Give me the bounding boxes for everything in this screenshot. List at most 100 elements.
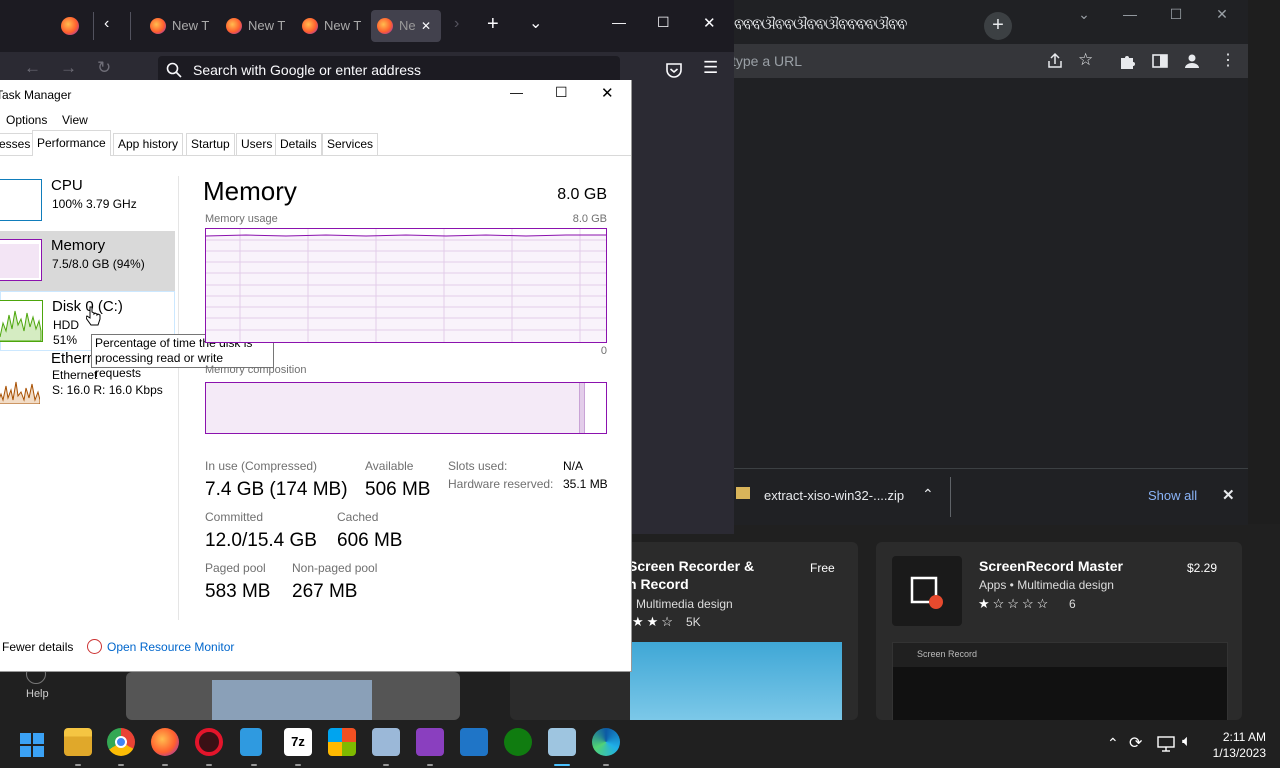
download-item[interactable]: extract-xiso-win32-....zip [764,488,904,503]
tab-services[interactable]: Services [322,133,379,155]
close-button[interactable]: ✕ [703,14,716,32]
clock-time[interactable]: 2:11 AM [1214,730,1266,744]
memory-usage-graph [205,228,607,343]
task-manager-window: Task Manager — ☐ ✕ Options View esses Pe… [0,80,632,672]
store-thumbnail-left[interactable] [126,672,460,720]
share-icon[interactable] [1046,52,1064,70]
sidebar-item-cpu[interactable]: CPU 100% 3.79 GHz [0,171,175,231]
firefox-logo-icon[interactable] [61,17,79,35]
running-indicator [383,764,389,766]
tab-details[interactable]: Details [275,133,322,155]
forward-icon[interactable]: → [60,58,77,78]
chrome-tabstrip: ଵଵଵଔଵଵଔଵଵଔଵଵଵଵଔଵଵ + ⌄ — ☐ ✕ [732,0,1248,44]
resource-monitor-icon [87,639,102,654]
pocket-icon[interactable] [665,61,683,79]
menu-options[interactable]: Options [6,113,47,127]
scroll-tabs-right-icon[interactable]: › [454,15,459,33]
price-badge: $2.29 [1187,561,1218,575]
bookmark-star-icon[interactable]: ☆ [1078,50,1093,70]
sync-icon[interactable]: ⟳ [1129,733,1142,753]
browser-tab[interactable]: New T [220,10,286,42]
volume-icon[interactable]: 🔈︎ [1182,733,1192,751]
extensions-icon[interactable] [1118,52,1136,70]
chrome-maximize-button[interactable]: ☐ [1166,6,1186,23]
chrome-icon[interactable] [107,728,135,756]
tab-strip: esses Performance App history Startup Us… [0,130,631,156]
modified-segment [580,383,585,433]
clock-date[interactable]: 1/13/2023 [1204,746,1266,760]
committed-value: 12.0/15.4 GB [205,530,317,551]
memory-thumbnail-graph [0,239,42,281]
tab-performance[interactable]: Performance [32,130,111,156]
maximize-button[interactable]: ☐ [555,84,568,101]
close-icon[interactable]: ✕ [1222,486,1235,504]
edge-icon[interactable] [592,728,620,756]
firefox-icon[interactable] [151,728,179,756]
hamburger-menu-icon[interactable]: ☰ [703,58,718,78]
app-card-screenrecord-master[interactable]: ScreenRecord Master Apps • Multimedia de… [876,542,1242,722]
browser-tab[interactable]: New T [144,10,210,42]
windows-start-icon[interactable] [20,733,44,757]
minimize-button[interactable]: — [510,85,523,100]
chrome-page-content [732,78,1248,468]
chrome-new-tab-button[interactable]: + [984,12,1012,40]
non-paged-pool-value: 267 MB [292,581,358,602]
tab-processes[interactable]: esses [0,133,36,155]
7zip-icon[interactable]: 7z [284,728,312,756]
video-editor-icon[interactable] [416,728,444,756]
close-tab-icon[interactable]: ✕ [421,10,431,42]
minimize-button[interactable]: — [612,14,626,30]
tab-users[interactable]: Users [236,133,278,155]
opera-icon[interactable] [195,728,223,756]
chrome-close-button[interactable]: ✕ [1212,6,1232,23]
sidebar-item-label: Memory [51,237,106,254]
running-indicator [206,764,212,766]
sidebar-divider [178,176,179,620]
open-resource-monitor-link[interactable]: Open Resource Monitor [107,640,234,654]
back-icon[interactable]: ← [24,58,41,78]
price-badge: Free [810,561,835,575]
chrome-omnibox[interactable]: type a URL [732,46,1032,76]
browser-tab-active[interactable]: Ne ✕ [371,10,441,42]
tab-divider [130,12,131,40]
in-use-label: In use (Compressed) [205,459,318,473]
fewer-details-button[interactable]: Fewer details [2,640,73,654]
list-all-tabs-icon[interactable]: ⌄ [529,13,542,33]
control-panel-icon[interactable] [372,728,400,756]
show-all-link[interactable]: Show all [1148,488,1197,503]
chrome-tab-search-icon[interactable]: ⌄ [1074,6,1094,23]
maximize-button[interactable]: ☐ [657,14,670,31]
profile-icon[interactable] [1183,52,1201,70]
performance-sidebar: CPU 100% 3.79 GHz Memory 7.5/8.0 GB (94%… [0,156,178,620]
chrome-menu-icon[interactable]: ⋮ [1220,50,1236,70]
available-value: 506 MB [365,479,431,500]
show-hidden-icons-icon[interactable]: ⌃ [1107,735,1119,752]
sidebar-item-memory[interactable]: Memory 7.5/8.0 GB (94%) [0,231,175,291]
reload-icon[interactable]: ↻ [97,58,111,78]
cached-value: 606 MB [337,530,403,551]
chrome-minimize-button[interactable]: — [1120,6,1140,22]
preview-title: Screen Record [917,649,978,659]
task-manager-icon[interactable] [548,728,576,756]
memory-usage-max: 8.0 GB [572,213,607,225]
menu-view[interactable]: View [62,113,88,127]
chrome-tab-favicons[interactable]: ଵଵଵଔଵଵଔଵଵଔଵଵଵଵଔଵଵ [734,15,907,37]
network-icon[interactable] [1157,736,1175,752]
sidebar-item-detail: 7.5/8.0 GB (94%) [52,257,145,271]
side-panel-icon[interactable] [1151,52,1169,70]
remote-desktop-icon[interactable] [460,728,488,756]
memory-usage-min: 0 [600,345,607,357]
chevron-up-icon[interactable]: ⌃ [922,486,934,503]
tab-startup[interactable]: Startup [186,133,235,155]
window-title: Task Manager [0,88,72,102]
scroll-tabs-left-icon[interactable]: ‹ [104,15,109,33]
xbox-icon[interactable] [504,728,532,756]
notepad-icon[interactable] [240,728,262,756]
browser-tab[interactable]: New T [296,10,362,42]
help-label: Help [26,688,49,700]
new-tab-icon[interactable]: + [487,13,499,36]
tab-app-history[interactable]: App history [113,133,184,155]
close-button[interactable]: ✕ [601,84,614,102]
file-explorer-icon[interactable] [64,728,92,756]
microsoft-store-icon[interactable] [328,728,356,756]
